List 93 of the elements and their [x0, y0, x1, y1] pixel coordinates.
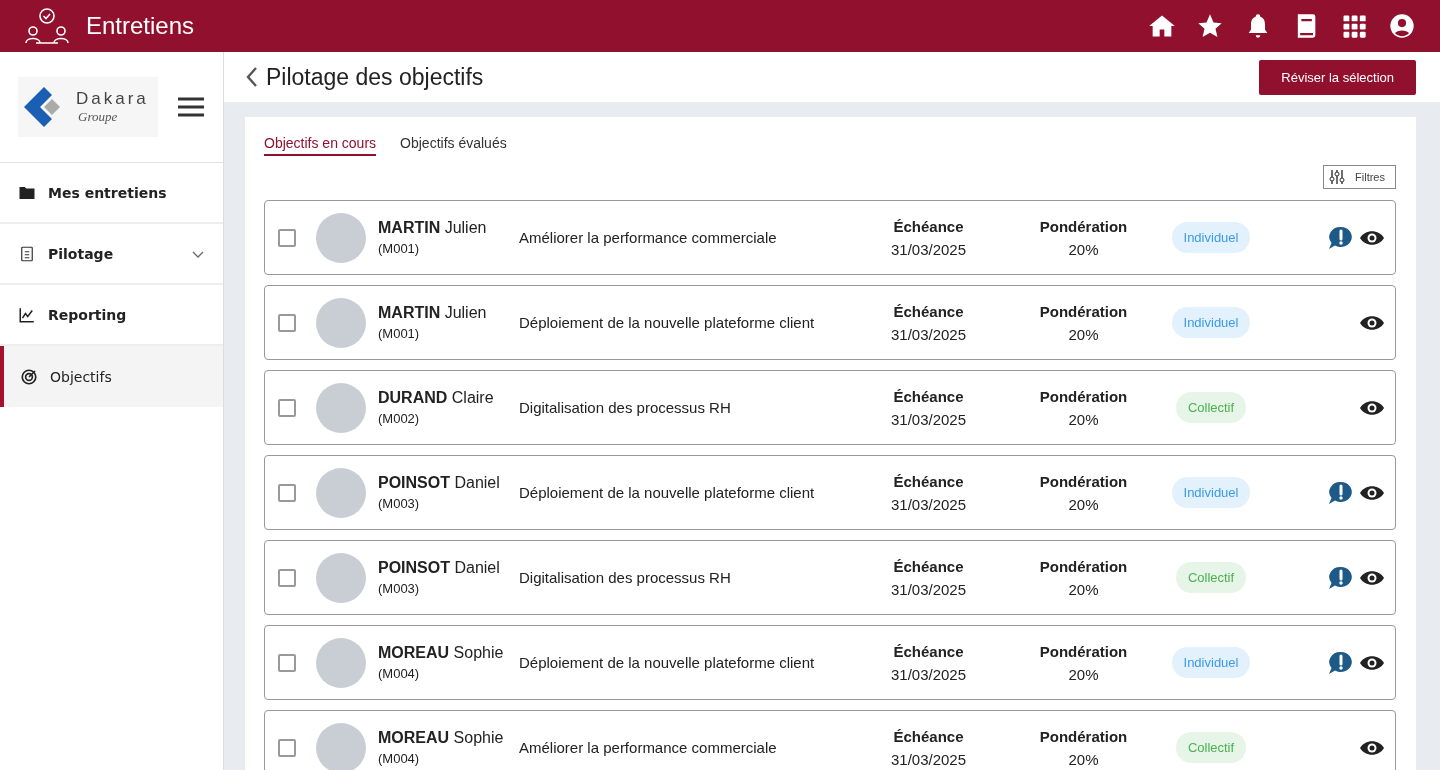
- employee-code: (M004): [378, 751, 421, 766]
- employee-name: DURAND Claire: [378, 389, 495, 407]
- checkbox[interactable]: [278, 653, 296, 672]
- objective-title: Déploiement de la nouvelle plateforme client: [519, 652, 816, 673]
- employee-name: MARTIN Julien: [378, 219, 488, 237]
- checkbox[interactable]: [278, 313, 296, 332]
- line-chart-icon: [18, 305, 36, 324]
- weight-value: 20%: [1068, 325, 1099, 343]
- avatar: [316, 297, 366, 348]
- due-label: Échéance: [893, 642, 964, 660]
- employee-code: (M002): [378, 411, 421, 426]
- employee-code: (M004): [378, 666, 421, 681]
- due-date: 31/03/2025: [890, 665, 967, 683]
- sliders-icon: [1329, 169, 1346, 185]
- people-chat-icon: [24, 7, 70, 45]
- due-date: 31/03/2025: [890, 750, 967, 768]
- employee-name: POINSOT Daniel: [378, 474, 501, 492]
- employee-code: (M001): [378, 326, 421, 341]
- weight-label: Pondération: [1039, 642, 1128, 660]
- user-icon[interactable]: [1388, 12, 1416, 40]
- checkbox[interactable]: [278, 568, 296, 587]
- employee-code: (M003): [378, 496, 421, 511]
- objective-title: Améliorer la performance commerciale: [519, 227, 778, 248]
- due-label: Échéance: [893, 217, 964, 235]
- company-logo: Dakara Groupe: [18, 77, 158, 137]
- weight-value: 20%: [1068, 240, 1099, 258]
- alert-comment-icon[interactable]: [1327, 224, 1353, 251]
- weight-value: 20%: [1068, 495, 1099, 513]
- review-selection-button[interactable]: Réviser la sélection: [1259, 59, 1416, 95]
- target-icon: [20, 367, 38, 386]
- type-tag: Collectif: [1175, 732, 1247, 763]
- sidebar-item[interactable]: Objectifs: [0, 346, 223, 407]
- objective-title: Déploiement de la nouvelle plateforme client: [519, 312, 816, 333]
- weight-value: 20%: [1068, 665, 1099, 683]
- due-date: 31/03/2025: [890, 325, 967, 343]
- avatar: [316, 637, 366, 688]
- avatar: [316, 212, 366, 263]
- weight-label: Pondération: [1039, 302, 1128, 320]
- type-tag: Individuel: [1171, 222, 1251, 253]
- alert-comment-icon[interactable]: [1327, 479, 1353, 506]
- employee-name: MARTIN Julien: [378, 304, 488, 322]
- employee-name: MOREAU Sophie: [378, 644, 505, 662]
- avatar: [316, 382, 366, 433]
- employee-code: (M003): [378, 581, 421, 596]
- weight-label: Pondération: [1039, 387, 1128, 405]
- page-title: Pilotage des objectifs: [266, 63, 484, 91]
- employee-name: POINSOT Daniel: [378, 559, 501, 577]
- objective-title: Digitalisation des processus RH: [519, 567, 732, 588]
- alert-comment-icon[interactable]: [1327, 564, 1353, 591]
- checkbox[interactable]: [278, 483, 296, 502]
- weight-label: Pondération: [1039, 472, 1128, 490]
- sidebar-item[interactable]: Pilotage: [0, 224, 223, 285]
- tab[interactable]: Objectifs en cours: [264, 131, 377, 156]
- employee-name: MOREAU Sophie: [378, 729, 505, 747]
- avatar: [316, 552, 366, 603]
- due-date: 31/03/2025: [890, 240, 967, 258]
- alert-comment-icon[interactable]: [1327, 649, 1353, 676]
- due-label: Échéance: [893, 387, 964, 405]
- due-date: 31/03/2025: [890, 410, 967, 428]
- due-date: 31/03/2025: [890, 580, 967, 598]
- weight-label: Pondération: [1039, 557, 1128, 575]
- tab[interactable]: Objectifs évalués: [400, 131, 507, 156]
- clipboard-icon: [18, 244, 36, 263]
- filter-button[interactable]: Filtres: [1323, 165, 1396, 189]
- type-tag: Individuel: [1171, 647, 1251, 678]
- checkbox[interactable]: [278, 228, 296, 247]
- checkbox[interactable]: [278, 738, 296, 757]
- star-icon[interactable]: [1196, 12, 1224, 40]
- due-label: Échéance: [893, 472, 964, 490]
- due-label: Échéance: [893, 727, 964, 745]
- due-label: Échéance: [893, 557, 964, 575]
- weight-label: Pondération: [1039, 727, 1128, 745]
- type-tag: Collectif: [1175, 562, 1247, 593]
- objective-title: Digitalisation des processus RH: [519, 397, 732, 418]
- avatar: [316, 467, 366, 518]
- app-title: Entretiens: [86, 12, 195, 40]
- back-chevron-icon[interactable]: [244, 66, 260, 88]
- weight-value: 20%: [1068, 580, 1099, 598]
- due-label: Échéance: [893, 302, 964, 320]
- type-tag: Individuel: [1171, 477, 1251, 508]
- weight-value: 20%: [1068, 410, 1099, 428]
- weight-label: Pondération: [1039, 217, 1128, 235]
- sidebar-item[interactable]: Mes entretiens: [0, 163, 223, 224]
- type-tag: Collectif: [1175, 392, 1247, 423]
- checkbox[interactable]: [278, 398, 296, 417]
- type-tag: Individuel: [1171, 307, 1251, 338]
- objective-title: Améliorer la performance commerciale: [519, 737, 778, 758]
- due-date: 31/03/2025: [890, 495, 967, 513]
- menu-icon[interactable]: [178, 97, 204, 117]
- employee-code: (M001): [378, 241, 421, 256]
- objective-title: Déploiement de la nouvelle plateforme client: [519, 482, 816, 503]
- avatar: [316, 722, 366, 770]
- weight-value: 20%: [1068, 750, 1099, 768]
